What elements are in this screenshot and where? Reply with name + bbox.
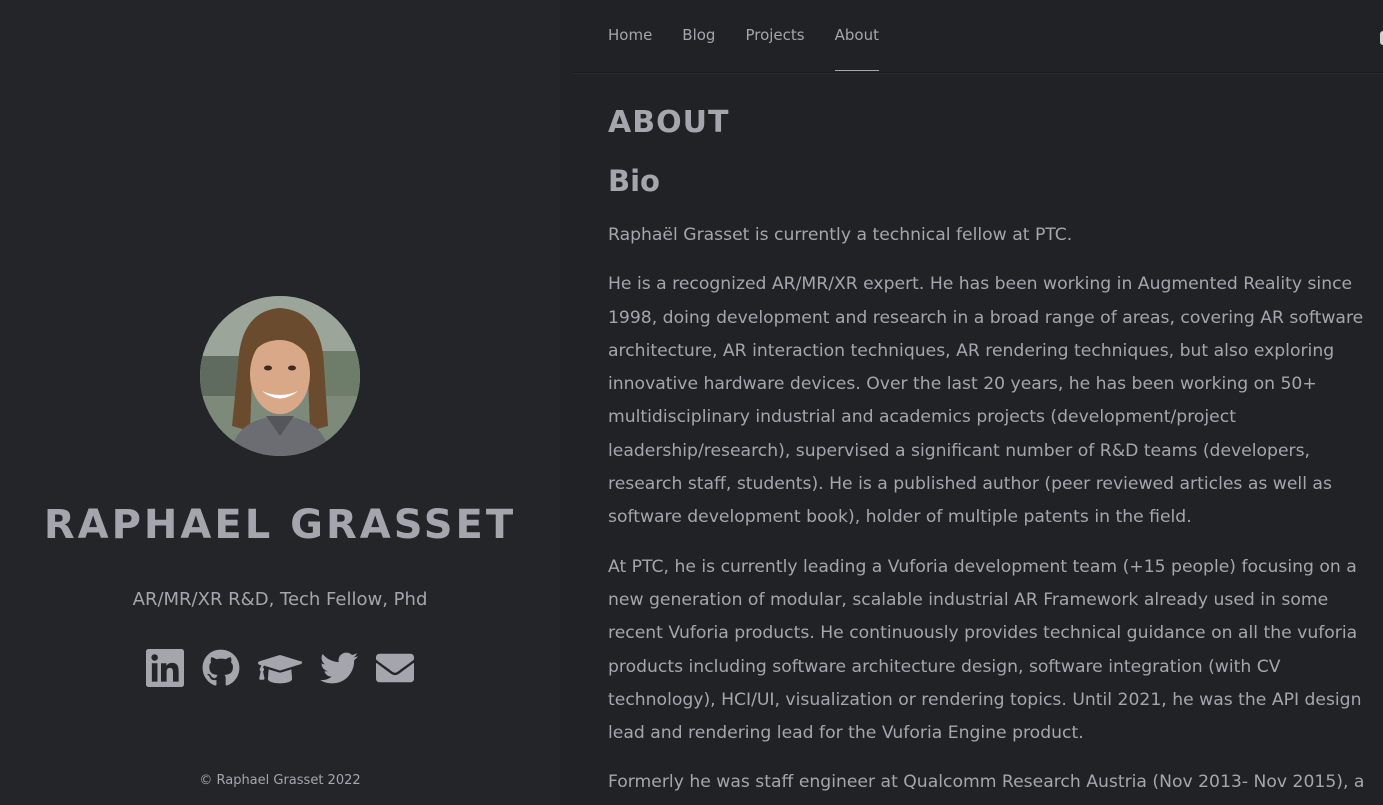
- nav-projects[interactable]: Projects: [745, 0, 804, 71]
- nav-about[interactable]: About: [834, 0, 879, 71]
- author-name: RAPHAEL GRASSET: [43, 502, 517, 548]
- bio-paragraph: At PTC, he is currently leading a Vufori…: [608, 556, 1362, 744]
- bio-paragraph: Raphaël Grasset is currently a technical…: [608, 225, 1073, 245]
- author-tagline: AR/MR/XR R&D, Tech Fellow, Phd: [132, 589, 428, 610]
- linkedin-icon[interactable]: [146, 649, 184, 687]
- twitter-icon[interactable]: [320, 649, 358, 687]
- page-title: ABOUT: [608, 105, 730, 140]
- bio-paragraph: He is a recognized AR/MR/XR expert. He h…: [608, 274, 1364, 528]
- sidebar: RAPHAEL GRASSET AR/MR/XR R&D, Tech Fello…: [0, 0, 560, 805]
- graduation-cap-icon[interactable]: [258, 649, 302, 687]
- main-content: Home Blog Projects About ABOUT Bio Rapha…: [573, 0, 1383, 805]
- nav-home[interactable]: Home: [608, 0, 652, 71]
- nav-blog[interactable]: Blog: [682, 0, 715, 71]
- profile-photo: [200, 296, 360, 456]
- top-nav: Home Blog Projects About: [573, 0, 1383, 73]
- about-article: ABOUT Bio Raphaël Grasset is currently a…: [608, 102, 1383, 800]
- social-links: [0, 649, 560, 687]
- avatar: [200, 296, 360, 456]
- bio-paragraph: Formerly he was staff engineer at Qualco…: [608, 772, 1365, 793]
- copyright: © Raphael Grasset 2022: [199, 773, 361, 788]
- section-heading-bio: Bio: [608, 164, 660, 198]
- envelope-icon[interactable]: [376, 649, 414, 687]
- github-icon[interactable]: [202, 649, 240, 687]
